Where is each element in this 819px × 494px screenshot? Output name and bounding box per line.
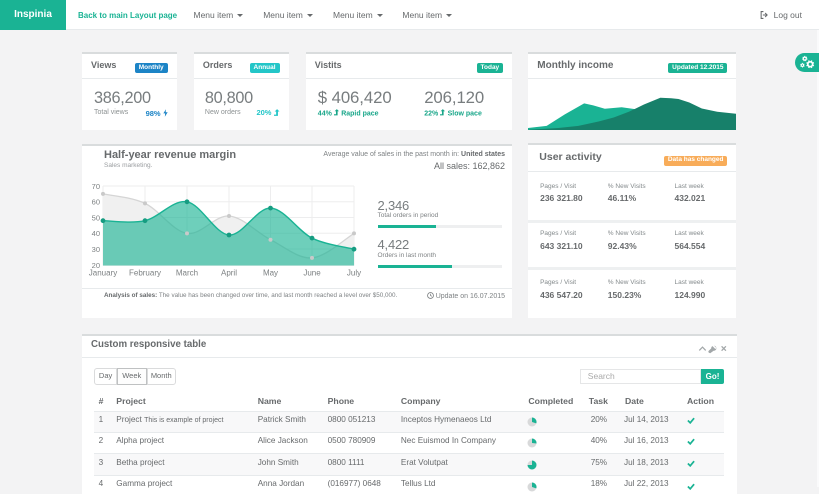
svg-text:70: 70 — [92, 182, 100, 191]
svg-text:40: 40 — [92, 229, 100, 238]
svg-text:60: 60 — [92, 198, 100, 207]
svg-text:February: February — [129, 268, 161, 277]
svg-text:April: April — [221, 268, 237, 277]
svg-text:January: January — [89, 268, 117, 277]
svg-text:50: 50 — [92, 213, 100, 222]
svg-text:June: June — [303, 268, 321, 277]
svg-text:July: July — [347, 268, 361, 277]
svg-text:30: 30 — [92, 245, 100, 254]
svg-text:March: March — [176, 268, 198, 277]
svg-text:May: May — [263, 268, 278, 277]
